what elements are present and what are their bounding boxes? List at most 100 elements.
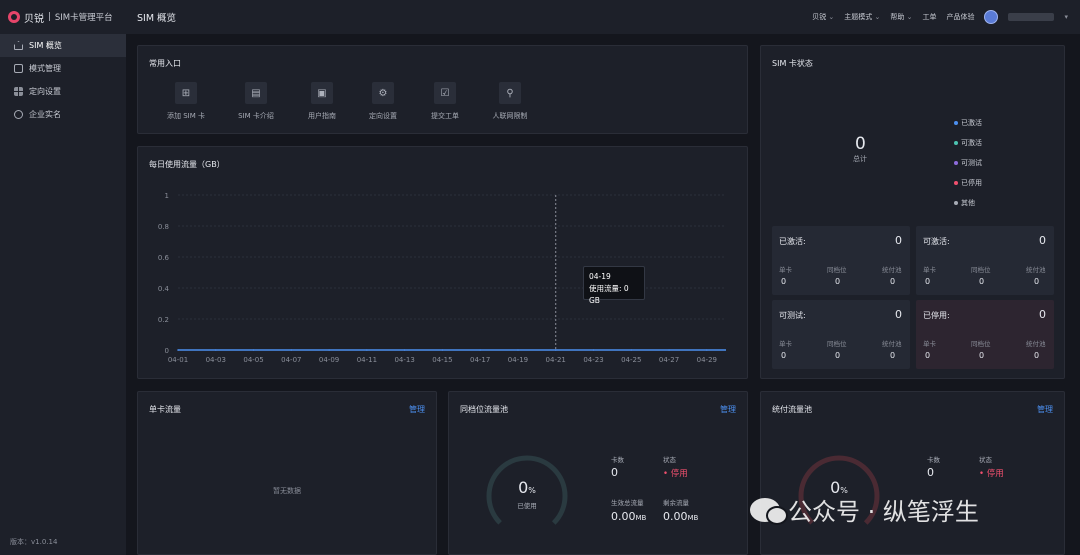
chart-tooltip: 04-19 使用流量: 0 GB xyxy=(583,266,645,305)
data-point xyxy=(403,349,406,351)
avatar[interactable] xyxy=(984,10,999,24)
x-tick-label: 04-15 xyxy=(432,356,452,364)
legend-testable[interactable]: 可测试 xyxy=(954,158,998,178)
stat-sub-label: 统付池 xyxy=(882,266,902,274)
data-point xyxy=(668,349,670,351)
data-point xyxy=(214,349,217,351)
remaining-flow-unit: MB xyxy=(687,514,699,522)
single-flow-title: 单卡流量 xyxy=(149,405,181,414)
card-count-value: 0 xyxy=(927,466,934,479)
x-tick-label: 04-21 xyxy=(546,356,566,364)
plus-square-icon: ⊞ xyxy=(175,82,197,104)
y-tick-label: 0.2 xyxy=(158,316,169,324)
submit-ticket-entry[interactable]: ☑ 提交工单 xyxy=(415,82,475,121)
network-limit-entry[interactable]: ⚲ 人联网限制 xyxy=(480,82,540,121)
card-count-value: 0 xyxy=(611,466,618,479)
sim-total-value: 0 xyxy=(855,134,866,154)
single-manage-link[interactable]: 管理 xyxy=(409,404,425,415)
gauge-percent-value: 0 xyxy=(518,478,529,497)
daily-usage-card: 每日使用流量（GB） 0 0.2 0.4 0.6 0.8 1 04-01 04-03 04-05… xyxy=(137,146,748,379)
stat-sub-value: 0 xyxy=(979,277,985,286)
sidebar-item-mode[interactable]: 模式管理 xyxy=(0,57,126,80)
theme-menu[interactable]: 主题模式 xyxy=(844,12,880,22)
remaining-flow-value: 0.00MB xyxy=(663,510,698,523)
add-sim-entry[interactable]: ⊞ 添加 SIM 卡 xyxy=(156,82,216,121)
legend-stopped[interactable]: 已停用 xyxy=(954,178,998,198)
sim-status-legend: 已激活 可激活 可测试 已停用 其他 xyxy=(954,118,1044,218)
same-pool-manage-link[interactable]: 管理 xyxy=(720,404,736,415)
page-title: SIM 概览 xyxy=(137,13,177,24)
person-limit-icon: ⚲ xyxy=(499,82,521,104)
data-point xyxy=(252,349,255,351)
sidebar-item-label: 模式管理 xyxy=(29,64,61,73)
entry-label: 用户指南 xyxy=(308,112,336,120)
legend-dot xyxy=(954,161,958,165)
stat-sub-label: 同档位 xyxy=(971,340,991,348)
sidebar-item-directional[interactable]: 定向设置 xyxy=(0,80,126,103)
stat-sub-value: 0 xyxy=(781,277,787,286)
total-flow-unit: MB xyxy=(635,514,647,522)
legend-dot xyxy=(954,181,958,185)
sidebar-item-label: 定向设置 xyxy=(29,87,61,96)
legend-other[interactable]: 其他 xyxy=(954,198,998,218)
stat-sub-label: 统付池 xyxy=(882,340,902,348)
brand-separator: | xyxy=(48,12,51,22)
unified-pool-card: 统付流量池 管理 0% 卡数 0 状态 • 停用 xyxy=(760,391,1065,555)
stat-sub-label: 单卡 xyxy=(923,266,936,274)
y-tick-label: 0 xyxy=(165,347,169,355)
stat-sub-label: 单卡 xyxy=(779,266,792,274)
chevron-down-icon[interactable]: ▾ xyxy=(1064,13,1068,21)
stat-name: 可测试: xyxy=(779,311,806,320)
sidebar-item-label: SIM 概览 xyxy=(29,41,62,50)
unified-pool-manage-link[interactable]: 管理 xyxy=(1037,404,1053,415)
stat-sub-label: 单卡 xyxy=(923,340,936,348)
data-point xyxy=(328,349,330,351)
state-label: 状态 xyxy=(979,456,992,464)
legend-activatable[interactable]: 可激活 xyxy=(954,138,998,158)
sim-intro-entry[interactable]: ▤ SIM 卡介绍 xyxy=(226,82,286,121)
help-menu[interactable]: 帮助 xyxy=(890,12,912,22)
x-tick-label: 04-17 xyxy=(470,356,490,364)
state-value: • 停用 xyxy=(663,469,688,479)
app-logo[interactable]: 贝锐 | SIM卡管理平台 xyxy=(0,0,126,34)
data-point xyxy=(554,349,557,351)
account-menu[interactable]: 贝锐 xyxy=(812,12,834,22)
card-count-label: 卡数 xyxy=(927,456,940,464)
top-header: SIM 概览 贝锐 主题模式 帮助 工单 产品体验 ▾ xyxy=(126,0,1080,34)
user-guide-entry[interactable]: ▣ 用户指南 xyxy=(292,82,352,121)
sidebar-item-overview[interactable]: SIM 概览 xyxy=(0,34,126,57)
legend-label: 已激活 xyxy=(961,119,982,127)
grid-icon xyxy=(14,87,23,96)
brand-logo-icon xyxy=(8,11,20,23)
book-icon: ▣ xyxy=(311,82,333,104)
stat-value: 0 xyxy=(895,308,902,321)
sim-total-label: 总计 xyxy=(853,155,867,163)
sidebar-item-enterprise[interactable]: 企业实名 xyxy=(0,103,126,126)
username-redacted[interactable] xyxy=(1008,13,1055,21)
brand-name: 贝锐 xyxy=(24,13,44,25)
y-tick-label: 0.8 xyxy=(158,223,169,231)
x-tick-label: 04-11 xyxy=(357,356,377,364)
data-point xyxy=(479,349,481,351)
settings-doc-icon: ⚙ xyxy=(372,82,394,104)
ticket-link[interactable]: 工单 xyxy=(922,12,936,22)
entry-label: 定向设置 xyxy=(369,112,397,120)
remaining-flow-label: 剩余流量 xyxy=(663,499,689,507)
wechat-icon xyxy=(750,497,788,525)
directional-setting-entry[interactable]: ⚙ 定向设置 xyxy=(353,82,413,121)
legend-activated[interactable]: 已激活 xyxy=(954,118,998,138)
stat-value: 0 xyxy=(895,234,902,247)
stat-sub-value: 0 xyxy=(1034,351,1040,360)
total-flow-number: 0.00 xyxy=(611,510,636,523)
quick-entry-title: 常用入口 xyxy=(149,59,181,68)
usage-gauge: 0% 已使用 xyxy=(483,452,571,540)
legend-label: 可测试 xyxy=(961,159,982,167)
product-experience-link[interactable]: 产品体验 xyxy=(946,12,974,22)
total-flow-label: 生效总流量 xyxy=(611,499,644,507)
document-icon: ▤ xyxy=(245,82,267,104)
data-point xyxy=(517,349,519,351)
card-count-label: 卡数 xyxy=(611,456,624,464)
daily-usage-chart[interactable]: 0 0.2 0.4 0.6 0.8 1 04-01 04-03 04-05 04-07 04-09 0… xyxy=(138,147,749,380)
entry-label: 提交工单 xyxy=(431,112,459,120)
x-tick-label: 04-03 xyxy=(206,356,226,364)
